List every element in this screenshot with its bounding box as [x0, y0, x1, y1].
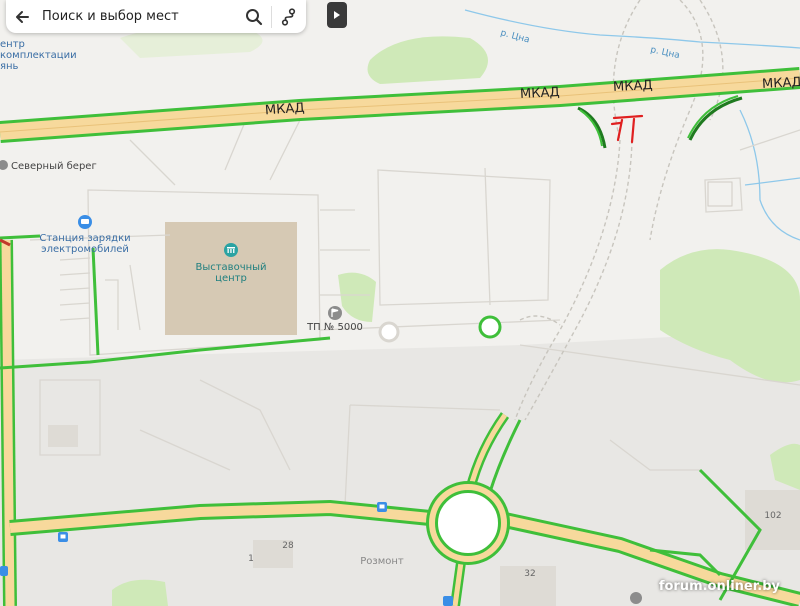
left-road-fill: [1, 239, 15, 606]
exhibition-label[interactable]: Выставочный: [195, 262, 266, 273]
flag-icon[interactable]: [328, 306, 342, 320]
search-bar: [6, 0, 306, 33]
bus-stop-icon[interactable]: [0, 566, 8, 576]
house-number: 1: [248, 554, 254, 564]
mkad-label-4: МКАД: [762, 75, 800, 92]
museum-icon[interactable]: [224, 243, 238, 257]
watermark: forum.onliner.by: [658, 579, 780, 594]
exhibition-label-2[interactable]: центр: [215, 273, 247, 284]
ev-station-label[interactable]: Станция зарядки: [39, 233, 130, 244]
house-number: 32: [524, 569, 535, 579]
arrow-left-icon[interactable]: [6, 0, 38, 33]
bus-stop-icon[interactable]: [58, 532, 68, 542]
tp-label[interactable]: ТП № 5000: [306, 322, 363, 333]
bus-stop-icon[interactable]: [377, 502, 387, 512]
house-number: 28: [282, 541, 294, 551]
severny-bereg-label[interactable]: Северный берег: [11, 161, 97, 172]
house-number: 102: [764, 511, 781, 521]
ev-station-label-2[interactable]: электромобилей: [41, 244, 129, 255]
mkad-label-3: МКАД: [613, 78, 653, 95]
search-input[interactable]: [38, 2, 237, 31]
search-icon[interactable]: [237, 0, 271, 33]
road-segment: [0, 234, 41, 240]
marker-icon[interactable]: [630, 592, 642, 604]
play-triangle-icon[interactable]: [327, 2, 347, 28]
mkad-label-1: МКАД: [265, 101, 305, 119]
place-label: комплектации: [0, 50, 77, 61]
building: [48, 425, 78, 447]
place-label: ентр: [0, 39, 25, 50]
mkad-label-2: МКАД: [520, 85, 560, 102]
bus-stop-icon[interactable]: [443, 596, 453, 606]
map-canvas[interactable]: МКАД МКАД МКАД МКАД р. Цна р. Цна ентр к…: [0, 0, 800, 606]
roundabout-small: [378, 321, 400, 343]
place-label: янь: [0, 61, 19, 72]
route-icon[interactable]: [272, 0, 306, 33]
ev-station-icon[interactable]: [78, 215, 92, 229]
roundabout-small-green: [478, 315, 502, 339]
rozmont-label: Розмонт: [360, 556, 404, 567]
